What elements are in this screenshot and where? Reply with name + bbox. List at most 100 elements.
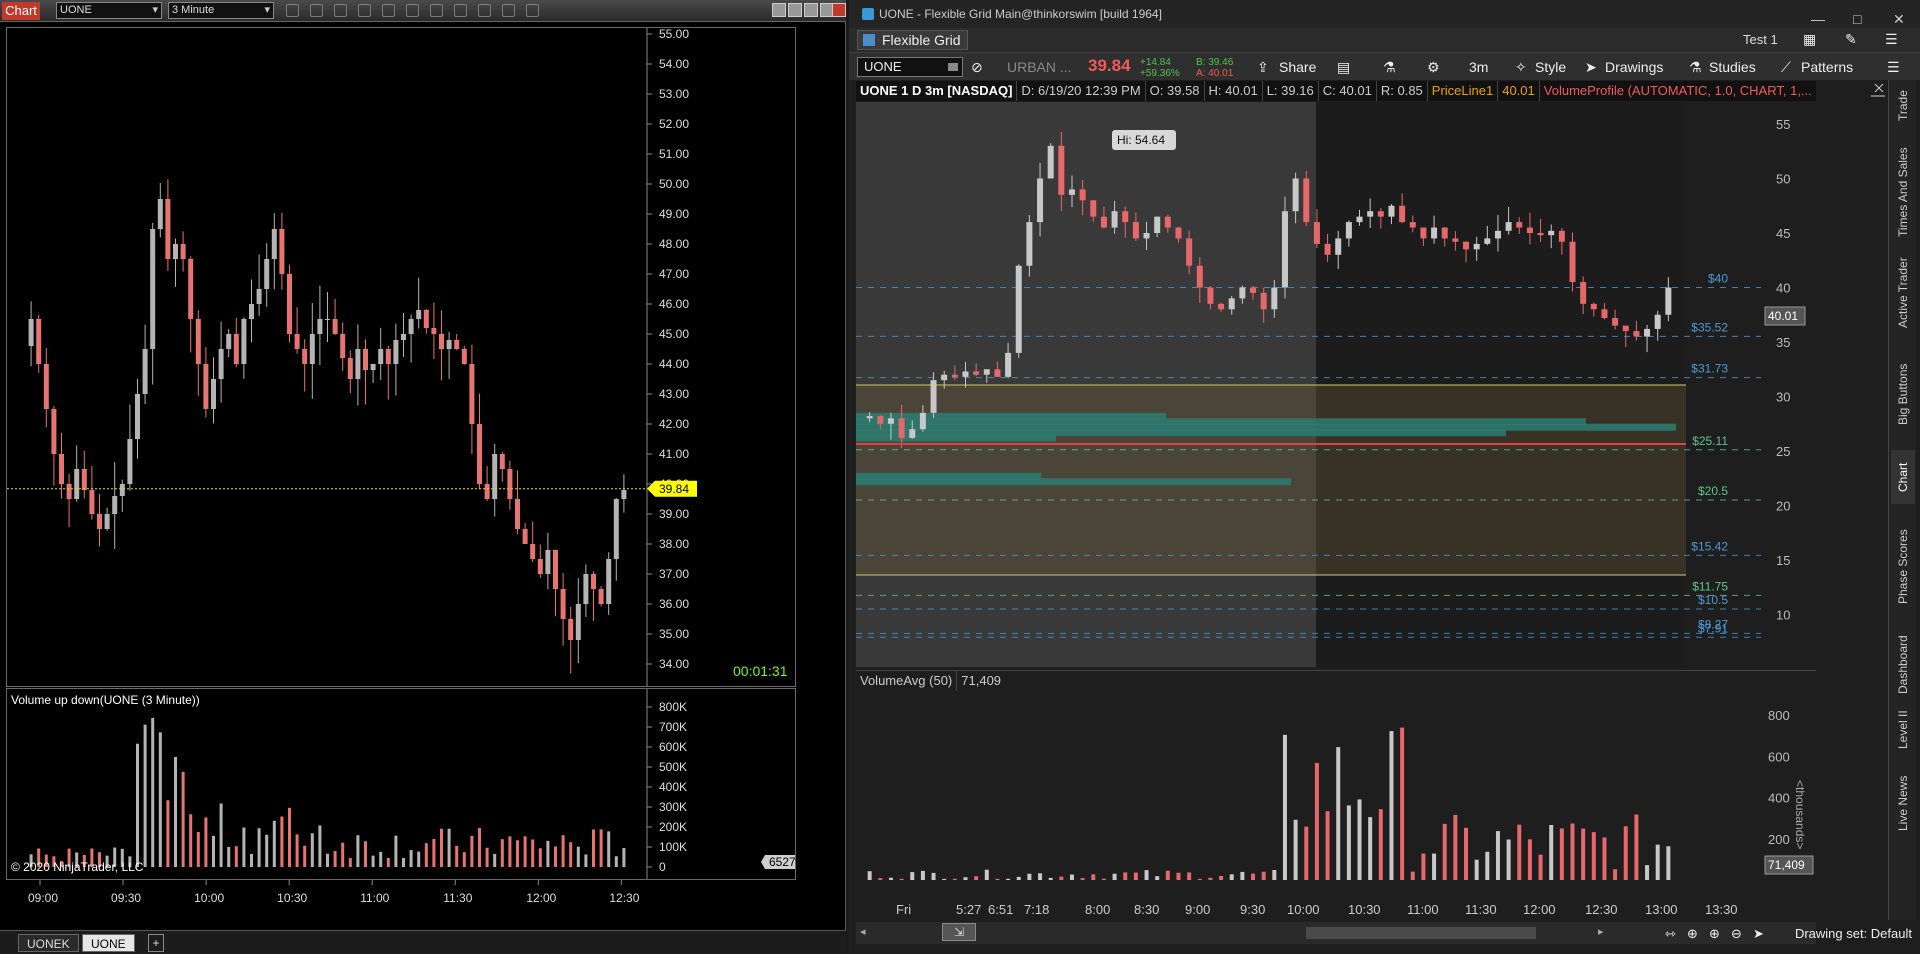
side-tab-times-and-sales[interactable]: Times And Sales <box>1891 142 1915 242</box>
tile-icon[interactable] <box>788 3 802 17</box>
share-button[interactable]: Share <box>1279 59 1316 75</box>
flexible-grid-button[interactable]: Flexible Grid <box>857 30 968 50</box>
side-tab-phase-scores[interactable]: Phase Scores <box>1891 512 1915 622</box>
account-label[interactable]: Test 1 <box>1743 32 1778 47</box>
candle-body <box>507 469 513 499</box>
candle-body <box>568 619 574 640</box>
close-icon[interactable] <box>832 3 846 17</box>
tab-uonek[interactable]: UONEK <box>18 934 79 952</box>
level-label: $40 <box>1708 272 1728 286</box>
style-button[interactable]: Style <box>1535 59 1566 75</box>
ninja-price-chart[interactable]: 55.00 54.00 53.00 52.00 51.00 50.00 49.00 48.00… <box>6 27 796 687</box>
side-tab-big-buttons[interactable]: Big Buttons <box>1891 344 1915 444</box>
tab-uone[interactable]: UONE <box>82 934 135 952</box>
studies-icon[interactable]: ⚗ <box>1689 59 1702 76</box>
volume-bar <box>303 845 307 867</box>
price-tick-label: 34.00 <box>659 657 689 671</box>
link-icon[interactable]: ⊘ <box>971 59 983 76</box>
level-label: $20.5 <box>1698 484 1728 498</box>
interval-selector[interactable]: 3 Minute <box>168 2 274 19</box>
volume-bar <box>1006 878 1011 880</box>
add-tab-button[interactable]: + <box>148 934 164 952</box>
pointer-icon[interactable]: ➤ <box>1753 923 1764 945</box>
volume-bar <box>1197 878 1202 880</box>
bar-type-icon[interactable] <box>286 4 299 17</box>
candle-body <box>423 310 429 328</box>
zoom-in-icon[interactable] <box>334 4 347 17</box>
notes-icon[interactable]: ▤ <box>1337 59 1350 76</box>
side-tab-dashboard[interactable]: Dashboard <box>1891 628 1915 702</box>
zoom-out-icon[interactable] <box>358 4 371 17</box>
expand-icon[interactable]: ⇲ <box>942 923 976 941</box>
bar-open: O: 39.58 <box>1146 81 1205 101</box>
patterns-button[interactable]: Patterns <box>1801 59 1853 75</box>
grid-menu-icon[interactable]: ☰ <box>1885 31 1898 48</box>
candle-body <box>89 490 95 514</box>
studies-button[interactable]: Studies <box>1709 59 1756 75</box>
tos-volume-chart[interactable]: 800 600 400 200 <thousands> 71,409 <box>856 690 1816 898</box>
volume-bar <box>531 839 535 867</box>
symbol-input[interactable]: UONE <box>857 57 963 77</box>
chart-menu-button[interactable]: Chart <box>2 2 40 20</box>
style-icon[interactable]: ✧ <box>1515 59 1527 76</box>
time-tick-label: 8:00 <box>1085 902 1110 917</box>
side-tab-level-ii[interactable]: Level II <box>1891 708 1915 752</box>
scroll-left-icon[interactable]: ◂ <box>860 925 866 938</box>
candle-body <box>1569 241 1576 283</box>
flask-icon[interactable]: ⚗ <box>1383 59 1396 76</box>
drawing-set-label[interactable]: Drawing set: Default <box>1795 926 1912 941</box>
candle-body <box>59 454 64 484</box>
candle-body <box>112 496 118 514</box>
candle-body <box>1047 145 1054 179</box>
level-label: $7.91 <box>1698 621 1728 635</box>
scroll-right-icon[interactable]: ▸ <box>1598 925 1604 938</box>
price-tick-label: 45 <box>1776 226 1790 241</box>
side-tab-live-news[interactable]: Live News <box>1891 758 1915 848</box>
price-tick-label: 46.00 <box>659 297 689 311</box>
pan-icon[interactable]: ⇿ <box>1665 923 1676 945</box>
side-tab-active-trader[interactable]: Active Trader <box>1891 248 1915 338</box>
tos-price-chart[interactable]: $40 $35.52 $31.73 $25.11 $20.5 $15.42 $11.75$1… <box>856 102 1816 667</box>
minimize-icon[interactable] <box>772 3 786 17</box>
zoom-in-icon[interactable]: ⊕ <box>1709 923 1720 945</box>
interval-button[interactable]: 3m <box>1469 59 1488 75</box>
strategies-icon[interactable] <box>454 4 467 17</box>
pin-icon[interactable]: ✎ <box>1845 31 1857 48</box>
indicators-icon[interactable] <box>478 4 491 17</box>
zoom-out-icon[interactable]: ⊖ <box>1731 923 1742 945</box>
instrument-selector[interactable]: UONE <box>56 2 162 19</box>
ninja-volume-panel[interactable]: Volume up down(UONE (3 Minute)) 800K 700K… <box>6 688 796 880</box>
volume-bar <box>333 850 337 867</box>
cursor-icon[interactable]: ➤ <box>1585 59 1597 76</box>
share-icon[interactable]: ⇪ <box>1257 59 1269 76</box>
settings-gear-icon[interactable]: ⚙ <box>1427 59 1440 76</box>
toolbar-menu-icon[interactable]: ☰ <box>1887 59 1900 76</box>
crosshair-icon[interactable] <box>382 4 395 17</box>
crosshair-icon[interactable]: ⊕ <box>1687 923 1698 945</box>
volume-bar <box>310 833 314 867</box>
volume-bar <box>1485 851 1490 880</box>
draw-tools-icon[interactable] <box>310 4 323 17</box>
maximize-icon[interactable] <box>804 3 818 17</box>
volume-study-name[interactable]: VolumeAvg (50) <box>856 671 958 691</box>
menu-list-icon[interactable] <box>526 4 539 17</box>
candle-body <box>51 409 57 454</box>
volume-bar <box>212 835 215 867</box>
chart-close-icon[interactable] <box>1819 80 1887 100</box>
properties-icon[interactable] <box>406 4 419 17</box>
candle-body <box>973 371 980 375</box>
patterns-icon[interactable]: ⟋ <box>1781 59 1791 76</box>
volume-bar <box>1123 872 1128 880</box>
side-tab-chart[interactable]: Chart <box>1891 450 1915 504</box>
drawings-button[interactable]: Drawings <box>1605 59 1663 75</box>
data-box-icon[interactable] <box>430 4 443 17</box>
scroll-thumb[interactable] <box>1306 927 1536 939</box>
side-tab-trade[interactable]: Trade <box>1891 86 1915 126</box>
volume-bar <box>1613 869 1618 880</box>
volume-bar <box>1314 762 1319 880</box>
volume-bar <box>963 877 968 880</box>
price-tick-label: 39.00 <box>659 507 689 521</box>
grid-layout-icon[interactable]: ▦ <box>1803 31 1816 48</box>
screenshot-icon[interactable] <box>502 4 515 17</box>
volume-bar <box>1549 824 1554 880</box>
